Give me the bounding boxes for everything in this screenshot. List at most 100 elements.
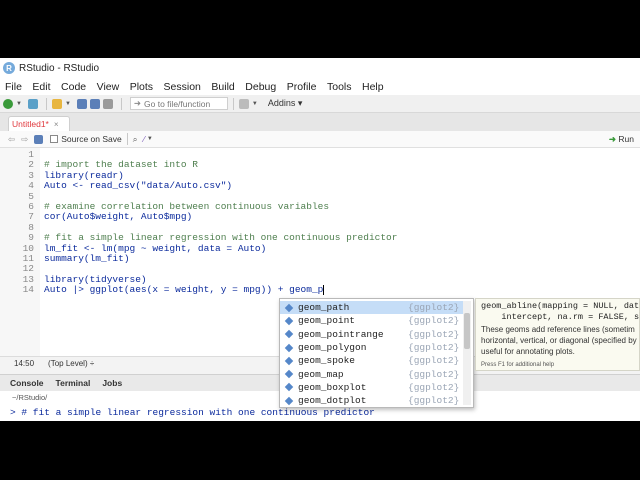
code-tools-chevron-down-icon[interactable]: ▼: [147, 136, 153, 142]
completion-name: geom_path: [298, 302, 350, 314]
go-to-file-input[interactable]: ➜ Go to file/function: [129, 97, 228, 110]
save-all-icon[interactable]: [89, 98, 100, 109]
scrollbar-thumb[interactable]: [464, 313, 470, 349]
magic-wand-icon[interactable]: ⁄: [144, 134, 145, 144]
tab-untitled1[interactable]: Untitled1* ×: [8, 116, 70, 131]
autocomplete-item[interactable]: geom_path {ggplot2}: [280, 301, 463, 315]
new-project-icon[interactable]: [27, 98, 38, 109]
line-number: 5: [28, 190, 34, 202]
menu-help[interactable]: Help: [362, 81, 384, 93]
autocomplete-item[interactable]: geom_pointrange {ggplot2}: [280, 328, 463, 341]
go-to-file-placeholder: Go to file/function: [144, 98, 211, 109]
new-file-chevron-down-icon[interactable]: ▼: [16, 101, 22, 107]
tab-jobs[interactable]: Jobs: [102, 378, 122, 388]
menu-build[interactable]: Build: [211, 81, 234, 93]
completion-name: geom_point: [298, 315, 356, 327]
layout-chevron-down-icon[interactable]: ▼: [252, 101, 258, 107]
search-icon[interactable]: ⌕: [133, 134, 138, 145]
code-line: cor(Auto$weight, Auto$mpg): [44, 211, 193, 223]
source-on-save-checkbox[interactable]: [50, 135, 59, 143]
completion-package: {ggplot2}: [408, 368, 460, 380]
toolbar-divider: [232, 97, 234, 110]
text-cursor: [323, 284, 325, 295]
menu-profile[interactable]: Profile: [287, 81, 317, 93]
source-on-save-label: Source on Save: [61, 134, 122, 144]
rstudio-window: R RStudio - RStudio File Edit Code View …: [0, 58, 640, 421]
editor-toolbar: ⇦ ⇨ Source on Save ⌕ ⁄ ▼ ➜ Run: [0, 131, 640, 148]
menu-plots[interactable]: Plots: [130, 81, 153, 93]
autocomplete-item[interactable]: geom_spoke {ggplot2}: [280, 354, 463, 367]
menu-view[interactable]: View: [97, 81, 120, 93]
autocomplete-item[interactable]: geom_boxplot {ggplot2}: [280, 381, 463, 394]
autocomplete-scrollbar[interactable]: [463, 301, 471, 405]
code-line: library(tidyverse): [44, 273, 147, 285]
autocomplete-item[interactable]: geom_point {ggplot2}: [280, 314, 463, 327]
completion-name: geom_dotplot: [298, 395, 367, 407]
completion-package: {ggplot2}: [408, 302, 460, 314]
grid-layout-icon[interactable]: [238, 98, 249, 109]
scope-selector[interactable]: (Top Level) ÷: [48, 359, 94, 368]
completion-package: {ggplot2}: [408, 328, 460, 340]
menu-code[interactable]: Code: [61, 81, 86, 93]
forward-arrow-icon[interactable]: ⇨: [21, 134, 28, 145]
menu-bar: File Edit Code View Plots Session Build …: [0, 78, 640, 95]
code-line: summary(lm_fit): [44, 253, 130, 264]
autocomplete-help-panel: geom_abline(mapping = NULL, data interce…: [475, 298, 640, 371]
completion-name: geom_polygon: [298, 342, 367, 354]
run-button[interactable]: ➜ Run: [609, 134, 634, 145]
help-description: These geoms add reference lines (sometim…: [481, 325, 640, 356]
new-file-icon[interactable]: [3, 98, 13, 109]
cursor-position: 14:50: [14, 359, 35, 368]
completion-package: {ggplot2}: [408, 381, 460, 393]
letterbox-top: [0, 0, 640, 58]
help-signature-line: intercept, na.rm = FALSE, sh: [481, 311, 640, 322]
code-line: lm_fit <- lm(mpg ~ weight, data = Auto): [44, 242, 267, 254]
function-icon: [284, 356, 294, 366]
print-icon[interactable]: [102, 98, 113, 109]
code-line-comment: # examine correlation between continuous…: [44, 201, 330, 212]
tab-console[interactable]: Console: [10, 378, 44, 388]
autocomplete-item[interactable]: geom_map {ggplot2}: [280, 368, 463, 381]
code-line: Auto <- read_csv("data/Auto.csv"): [44, 180, 233, 192]
line-number: 8: [28, 221, 34, 233]
completion-name: geom_map: [298, 368, 344, 380]
completion-package: {ggplot2}: [408, 395, 460, 407]
addins-button[interactable]: Addins ▾: [268, 98, 303, 109]
menu-debug[interactable]: Debug: [245, 81, 276, 93]
toolbar-divider: [120, 97, 122, 110]
close-icon[interactable]: ×: [54, 120, 59, 129]
menu-file[interactable]: File: [5, 81, 22, 93]
back-arrow-icon[interactable]: ⇦: [8, 134, 15, 145]
completion-name: geom_boxplot: [298, 381, 367, 393]
function-icon: [284, 369, 294, 379]
completion-name: geom_pointrange: [298, 328, 384, 340]
doc-tab-label: Untitled1*: [12, 119, 49, 129]
letterbox-bottom: [0, 421, 640, 480]
save-icon[interactable]: [76, 98, 87, 109]
line-number: 9: [28, 232, 34, 244]
autocomplete-item[interactable]: geom_dotplot {ggplot2}: [280, 394, 463, 407]
active-line-text: Auto |> ggplot(aes(x = weight, y = mpg))…: [44, 284, 324, 296]
open-file-icon[interactable]: [51, 98, 62, 109]
code-line-active: Auto |> ggplot(aes(x = weight, y = mpg))…: [44, 284, 325, 296]
title-bar: R RStudio - RStudio: [0, 58, 640, 78]
autocomplete-item[interactable]: geom_polygon {ggplot2}: [280, 341, 463, 354]
line-number: 4: [28, 180, 34, 192]
open-file-chevron-down-icon[interactable]: ▼: [65, 101, 71, 107]
completion-name: geom_spoke: [298, 355, 356, 367]
menu-edit[interactable]: Edit: [32, 81, 50, 93]
function-icon: [284, 329, 294, 339]
line-number: 10: [22, 242, 34, 254]
menu-session[interactable]: Session: [164, 81, 201, 93]
function-icon: [284, 303, 294, 312]
toolbar-divider: [45, 97, 47, 110]
help-signature-line: geom_abline(mapping = NULL, data: [481, 301, 640, 311]
tab-terminal[interactable]: Terminal: [56, 378, 91, 388]
autocomplete-list: geom_path {ggplot2} geom_point {ggplot2}…: [279, 298, 474, 408]
save-icon[interactable]: [34, 134, 44, 144]
help-signature: geom_abline(mapping = NULL, data interce…: [481, 301, 640, 322]
line-number: 13: [22, 273, 34, 285]
menu-tools[interactable]: Tools: [327, 81, 352, 93]
function-icon: [284, 316, 294, 326]
completion-package: {ggplot2}: [408, 342, 460, 354]
